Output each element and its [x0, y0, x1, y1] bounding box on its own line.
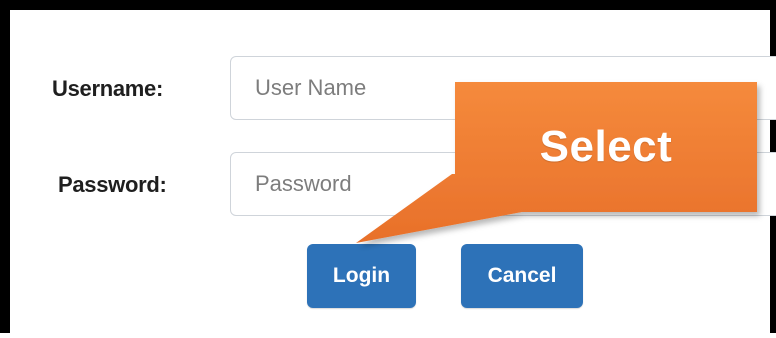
- username-input[interactable]: [230, 56, 776, 120]
- password-input[interactable]: [230, 152, 776, 216]
- login-button[interactable]: Login: [307, 244, 416, 308]
- cancel-button[interactable]: Cancel: [461, 244, 583, 308]
- password-label: Password:: [58, 172, 167, 197]
- username-label: Username:: [52, 76, 164, 101]
